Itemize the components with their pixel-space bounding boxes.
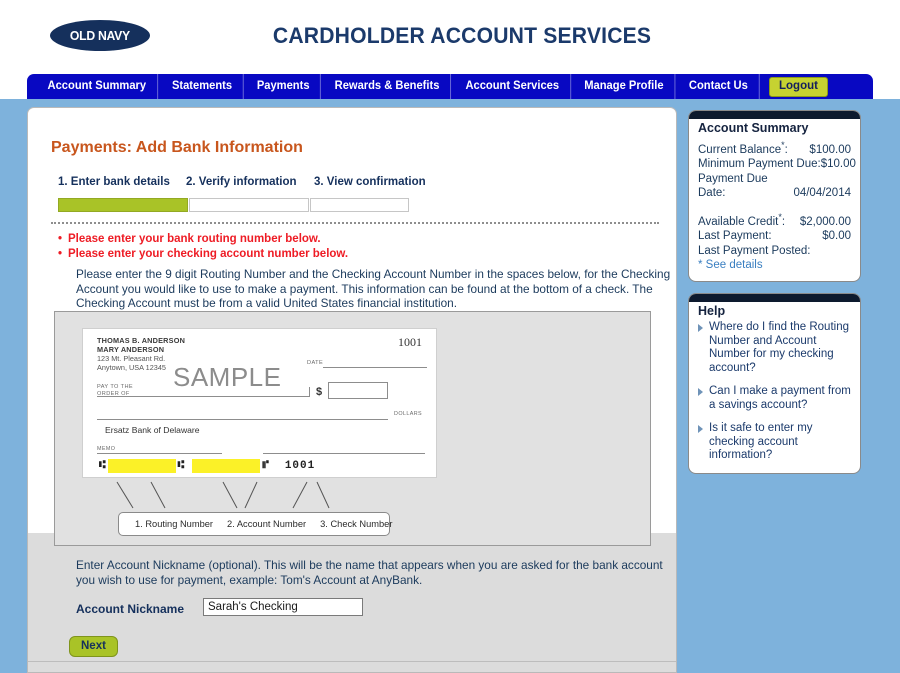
logout-button[interactable]: Logout [769, 76, 828, 97]
content-panel: Payments: Add Bank Information 1. Enter … [27, 107, 677, 673]
main-navigation: Account Summary Statements Payments Rewa… [27, 74, 873, 99]
help-link-safety[interactable]: Is it safe to enter my checking account … [709, 422, 851, 463]
summary-row-payment-due-date: Date: 04/04/2014 [698, 186, 851, 201]
instructions-text: Please enter the 9 digit Routing Number … [76, 267, 671, 310]
page-title: Payments: Add Bank Information [51, 139, 303, 156]
summary-row-minimum-payment: Minimum Payment Due: $10.00 [698, 157, 856, 172]
step-label-1: 1. Enter bank details [58, 176, 170, 188]
nav-item-account-summary[interactable]: Account Summary [37, 74, 158, 99]
nav-item-statements[interactable]: Statements [161, 74, 244, 99]
panel-cap [689, 294, 860, 303]
sidebar: Account Summary Current Balance*: $100.0… [688, 110, 861, 485]
callout-account-number: 2. Account Number [227, 519, 307, 529]
available-credit-label: Available Credit*: [698, 211, 786, 228]
account-summary-title: Account Summary [698, 121, 809, 135]
help-link-savings-account[interactable]: Can I make a payment from a savings acco… [709, 385, 851, 412]
check-field-callouts: 1. Routing Number 2. Account Number 3. C… [118, 512, 393, 536]
help-panel: Help Where do I find the Routing Number … [688, 293, 861, 474]
summary-row-available-credit: Available Credit*: $2,000.00 [698, 210, 851, 229]
triangle-bullet-icon [698, 324, 703, 333]
nickname-label: Account Nickname [76, 602, 185, 616]
progress-segment-1-active [58, 198, 188, 212]
summary-block-credit: Available Credit*: $2,000.00 Last Paymen… [698, 210, 851, 273]
account-nickname-input[interactable] [203, 598, 363, 616]
step-indicator: 1. Enter bank details 2. Verify informat… [58, 176, 448, 212]
error-message: Please enter your bank routing number be… [58, 232, 348, 247]
progress-bar [58, 198, 448, 212]
help-list-item[interactable]: Is it safe to enter my checking account … [698, 422, 851, 463]
nav-item-rewards-benefits[interactable]: Rewards & Benefits [324, 74, 452, 99]
sample-check-panel: THOMAS B. ANDERSON MARY ANDERSON 123 Mt.… [54, 311, 651, 546]
account-summary-body: Account Summary Current Balance*: $100.0… [689, 119, 860, 281]
help-list-item[interactable]: Can I make a payment from a savings acco… [698, 385, 851, 412]
triangle-bullet-icon [698, 425, 703, 434]
asterisk-icon: * [781, 140, 785, 150]
progress-segment-2 [189, 198, 309, 212]
current-balance-label: Current Balance*: [698, 140, 788, 156]
minimum-payment-value: $10.00 [820, 158, 856, 171]
next-button[interactable]: Next [69, 636, 118, 657]
nav-item-payments[interactable]: Payments [246, 74, 321, 99]
form-footer-strip [28, 661, 676, 672]
summary-row-last-payment: Last Payment: $0.00 [698, 229, 851, 244]
step-labels: 1. Enter bank details 2. Verify informat… [58, 176, 448, 188]
nav-item-contact-us[interactable]: Contact Us [679, 74, 760, 99]
logo-text: OLD NAVY [70, 28, 130, 43]
available-credit-value: $2,000.00 [799, 215, 851, 228]
error-message-list: Please enter your bank routing number be… [58, 232, 348, 262]
nickname-help-text: Enter Account Nickname (optional). This … [76, 558, 663, 587]
help-list-item[interactable]: Where do I find the Routing Number and A… [698, 321, 851, 375]
asterisk-icon: * [778, 211, 782, 222]
payment-due-label: Payment Due [698, 172, 768, 185]
step-label-2: 2. Verify information [186, 176, 297, 188]
summary-row-last-payment-posted: Last Payment Posted: [698, 244, 851, 259]
page-root: OLD NAVY CARDHOLDER ACCOUNT SERVICES Acc… [0, 0, 900, 673]
payment-due-date-value: 04/04/2014 [793, 187, 851, 200]
error-message: Please enter your checking account numbe… [58, 247, 348, 262]
help-body: Help Where do I find the Routing Number … [689, 302, 860, 473]
last-payment-value: $0.00 [822, 230, 851, 243]
callout-check-number: 3. Check Number [320, 519, 393, 529]
triangle-bullet-icon [698, 388, 703, 397]
see-details-link[interactable]: * See details [698, 258, 851, 273]
summary-row-current-balance: Current Balance*: $100.00 [698, 138, 851, 157]
help-link-routing-number[interactable]: Where do I find the Routing Number and A… [709, 321, 851, 375]
page-header: OLD NAVY CARDHOLDER ACCOUNT SERVICES [0, 0, 900, 72]
last-payment-label: Last Payment: [698, 230, 772, 243]
section-divider [51, 222, 659, 224]
step-label-3: 3. View confirmation [314, 176, 426, 188]
account-summary-panel: Account Summary Current Balance*: $100.0… [688, 110, 861, 283]
nav-item-account-services[interactable]: Account Services [455, 74, 571, 99]
payment-due-date-label: Date: [698, 187, 726, 200]
old-navy-logo: OLD NAVY [50, 20, 150, 51]
nav-item-manage-profile[interactable]: Manage Profile [574, 74, 676, 99]
callout-routing-number: 1. Routing Number [135, 519, 214, 529]
minimum-payment-label: Minimum Payment Due: [698, 158, 821, 171]
site-title: CARDHOLDER ACCOUNT SERVICES [272, 23, 652, 48]
logout-container: Logout [769, 76, 828, 97]
panel-cap [689, 111, 860, 119]
help-title: Help [698, 304, 726, 319]
current-balance-value: $100.00 [809, 143, 851, 156]
progress-segment-3 [310, 198, 409, 212]
last-payment-posted-label: Last Payment Posted: [698, 244, 811, 257]
